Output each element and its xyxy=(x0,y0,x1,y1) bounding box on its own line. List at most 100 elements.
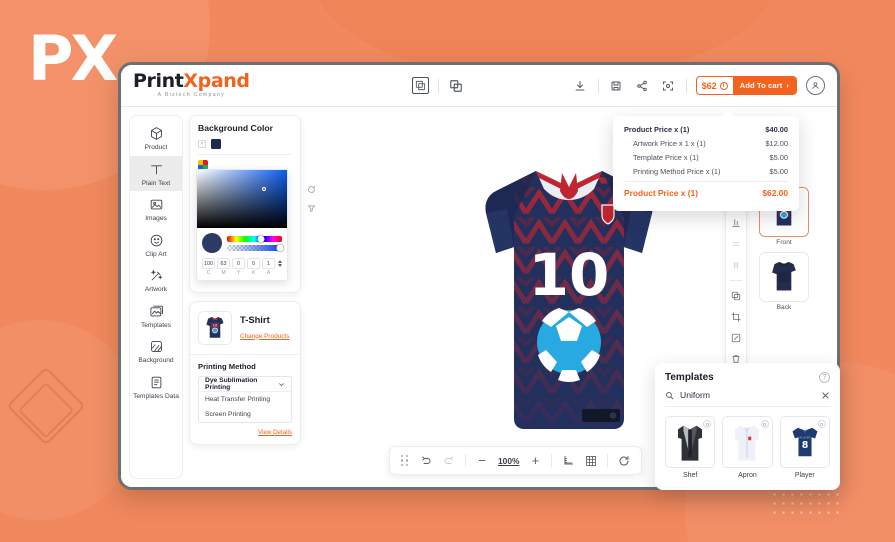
grid-icon[interactable] xyxy=(584,454,598,468)
color-swatch[interactable] xyxy=(211,139,221,149)
cmyk-input-c[interactable]: 100 xyxy=(202,258,215,269)
zoom-level[interactable]: 100% xyxy=(498,456,519,466)
crop-icon[interactable] xyxy=(730,311,742,323)
brand-tagline: A Biztech Company xyxy=(157,92,225,99)
undo-icon[interactable] xyxy=(419,454,433,468)
swatch-row: × xyxy=(198,139,292,155)
template-thumbnail[interactable]: PLAYER 8 xyxy=(779,416,830,468)
price-info-icon[interactable]: i xyxy=(719,81,728,90)
zoom-out-button[interactable]: − xyxy=(475,453,489,468)
view-card-back[interactable] xyxy=(759,252,809,302)
decorative-diamond-icon xyxy=(6,366,86,446)
template-thumbnail[interactable] xyxy=(665,416,716,468)
search-icon xyxy=(665,391,674,400)
layers-icon[interactable] xyxy=(411,77,429,94)
align-middle-icon[interactable] xyxy=(730,238,742,250)
sv-handle[interactable] xyxy=(261,187,266,192)
preview-eye-icon[interactable] xyxy=(817,420,826,428)
cmyk-input-k[interactable]: 0 xyxy=(247,258,260,269)
price-chip[interactable]: $62 i Add To cart › xyxy=(695,76,797,95)
price-row-value: $12.00 xyxy=(765,139,788,148)
tool-sidebar: Product Plain Text Images Clip Art Artwo… xyxy=(129,115,183,479)
cmyk-input-a[interactable]: 1 xyxy=(262,258,275,269)
save-icon[interactable] xyxy=(608,77,625,94)
svg-text:10: 10 xyxy=(529,241,610,309)
search-input[interactable]: Uniform xyxy=(680,390,815,400)
price-total-value: $62.00 xyxy=(762,188,788,198)
brand-name-part1: Print xyxy=(133,70,184,93)
price-row: Artwork Price x 1 x (1) $12.00 xyxy=(624,139,788,148)
preview-eye-icon[interactable] xyxy=(703,420,712,428)
templates-title: Templates xyxy=(665,372,714,383)
sidebar-item-background[interactable]: Background xyxy=(130,333,182,369)
avatar[interactable] xyxy=(806,76,825,95)
text-icon xyxy=(148,161,165,178)
svg-text:8: 8 xyxy=(802,440,809,451)
align-vertical-icon[interactable] xyxy=(730,259,742,271)
printing-method-option[interactable]: Heat Transfer Printing xyxy=(199,392,291,407)
sidebar-item-plain-text[interactable]: Plain Text xyxy=(130,155,182,192)
template-thumbnail[interactable] xyxy=(722,416,773,468)
cmyk-stepper[interactable] xyxy=(277,258,282,269)
share-icon[interactable] xyxy=(634,77,651,94)
cmyk-label-a: A xyxy=(266,270,271,276)
product-thumbnail[interactable]: 10 xyxy=(198,311,232,345)
header-divider xyxy=(597,78,599,93)
cmyk-input-m[interactable]: 63 xyxy=(217,258,230,269)
price-row-value: $40.00 xyxy=(765,125,788,134)
sidebar-label: Product xyxy=(144,144,168,151)
clear-search-icon[interactable] xyxy=(821,391,830,400)
sidebar-item-templates[interactable]: Templates xyxy=(130,298,182,334)
download-icon[interactable] xyxy=(572,77,589,94)
preview-icon[interactable] xyxy=(660,77,677,94)
alpha-slider[interactable] xyxy=(227,244,284,251)
add-to-cart-button[interactable]: Add To cart › xyxy=(732,77,796,94)
printing-method-selected[interactable]: Dye Sublimation Printing xyxy=(199,377,291,392)
align-bottom-icon[interactable] xyxy=(730,217,742,229)
drag-handle-icon[interactable] xyxy=(400,454,410,467)
redo-icon[interactable] xyxy=(442,454,456,468)
cmyk-label-c: C xyxy=(206,270,211,276)
reset-icon[interactable] xyxy=(617,454,631,468)
canvas-toolbar: − 100% + xyxy=(389,446,643,475)
chevron-down-icon xyxy=(278,381,285,388)
template-label: Apron xyxy=(738,472,757,479)
printing-method-select[interactable]: Dye Sublimation Printing Heat Transfer P… xyxy=(198,376,292,423)
ruler-icon[interactable] xyxy=(561,454,575,468)
sidebar-item-product[interactable]: Product xyxy=(130,120,182,156)
sidebar-item-artwork[interactable]: Artwork xyxy=(130,262,182,298)
duplicate-icon[interactable] xyxy=(730,290,742,302)
help-icon[interactable]: ? xyxy=(819,372,830,383)
templates-grid: Shef Apron PLAYER 8 Player xyxy=(665,416,830,479)
templates-icon xyxy=(148,303,165,320)
tooltip-divider xyxy=(624,181,788,182)
template-item-apron[interactable]: Apron xyxy=(722,416,773,479)
template-label: Shef xyxy=(682,472,698,479)
cmyk-label-k: K xyxy=(251,270,256,276)
sidebar-item-templates-data[interactable]: Templates Data xyxy=(130,369,182,405)
saturation-value-area[interactable] xyxy=(197,170,287,228)
toolbar-divider xyxy=(730,280,742,281)
cmyk-input-y[interactable]: 0 xyxy=(232,258,245,269)
toolbar-divider xyxy=(607,454,609,467)
zoom-in-button[interactable]: + xyxy=(528,453,542,468)
hue-slider[interactable] xyxy=(227,235,282,242)
change-products-link[interactable]: Change Products xyxy=(240,333,289,340)
printing-method-option[interactable]: Screen Printing xyxy=(199,407,291,422)
sidebar-label: Background xyxy=(138,357,174,365)
edit-icon[interactable] xyxy=(730,332,742,344)
cmyk-cell: 1 A xyxy=(262,258,275,276)
duplicate-layers-icon[interactable] xyxy=(448,77,465,94)
template-item-shef[interactable]: Shef xyxy=(665,416,716,479)
cmyk-label-y: Y xyxy=(236,270,241,276)
color-preview xyxy=(202,233,222,253)
price-row: Printing Method Price x (1) $5.00 xyxy=(624,167,788,176)
sidebar-item-images[interactable]: Images xyxy=(130,191,182,227)
view-label-back: Back xyxy=(776,304,792,311)
template-item-player[interactable]: PLAYER 8 Player xyxy=(779,416,830,479)
view-details-link[interactable]: View Details xyxy=(198,429,292,436)
preview-eye-icon[interactable] xyxy=(760,420,769,428)
clear-color-icon[interactable]: × xyxy=(198,140,206,148)
templates-search-bar[interactable]: Uniform xyxy=(665,390,830,407)
sidebar-item-clip-art[interactable]: Clip Art xyxy=(130,227,182,263)
